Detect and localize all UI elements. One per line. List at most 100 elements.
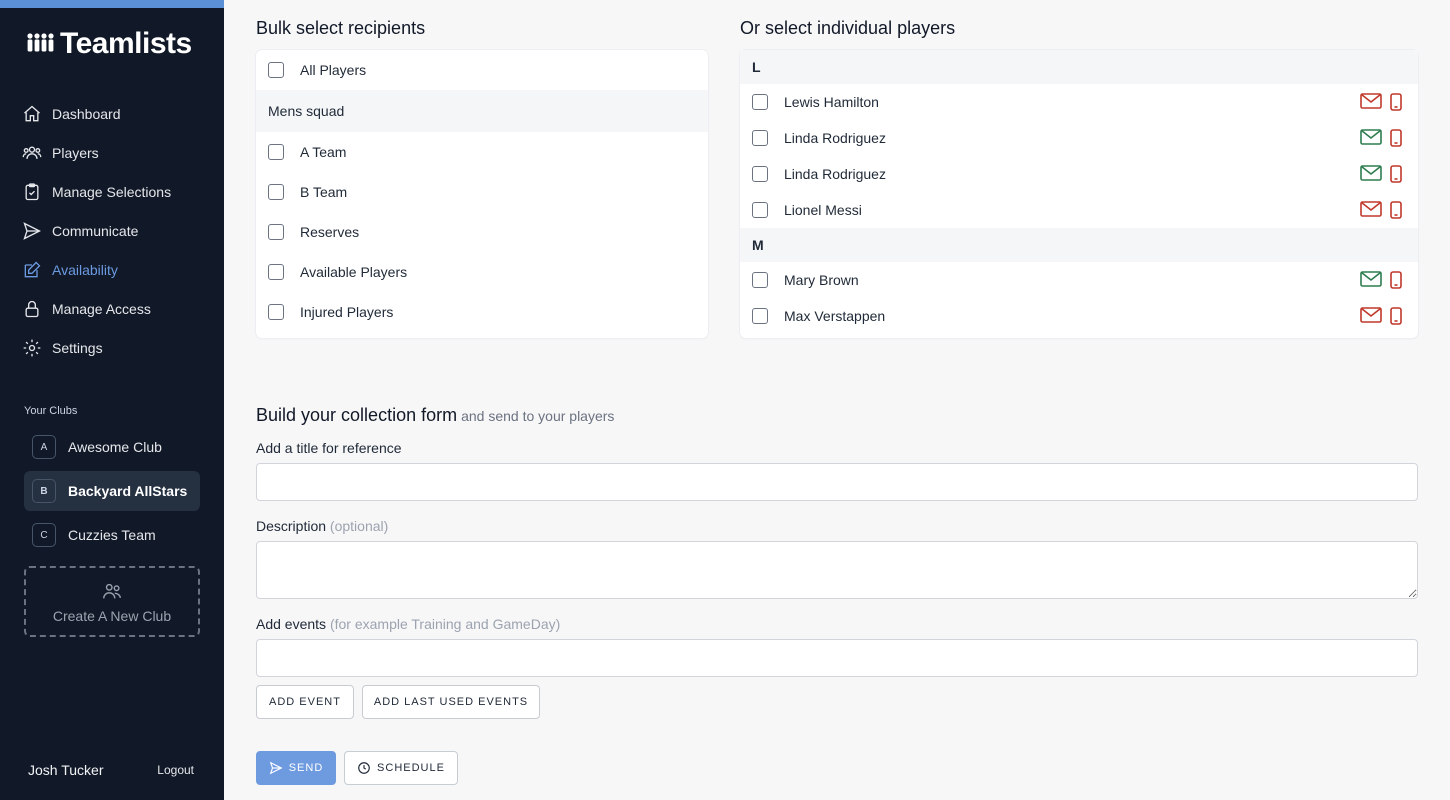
phone-icon [1390,307,1402,328]
checkbox[interactable] [752,94,768,110]
player-row[interactable]: Linda Rodriguez [740,156,1418,192]
checkbox[interactable] [752,130,768,146]
send-icon [269,761,283,775]
bulk-select-title: Bulk select recipients [256,18,426,38]
nav-item-communicate[interactable]: Communicate [0,211,224,250]
nav-label: Communicate [52,222,139,239]
bulk-option[interactable]: Injured Players [256,292,708,332]
logout-link[interactable]: Logout [157,763,194,777]
send-label: SEND [288,762,324,774]
user-footer: Josh Tucker Logout [28,762,194,778]
app-logo[interactable]: Teamlists [0,8,224,64]
events-input[interactable] [256,639,1418,677]
checkbox[interactable] [752,202,768,218]
player-name: Max Verstappen [784,308,886,324]
nav-item-manage-access[interactable]: Manage Access [0,289,224,328]
player-name: Lewis Hamilton [784,94,879,110]
events-field-label: Add events (for example Training and Gam… [256,616,560,632]
contact-icons [1360,93,1402,114]
schedule-button[interactable]: SCHEDULE [344,751,458,785]
title-input[interactable] [256,463,1418,501]
lock-icon [25,300,39,317]
contact-icons [1360,129,1402,150]
club-name: Awesome Club [68,439,162,455]
player-row[interactable]: Mary Brown [740,262,1418,298]
nav-item-players[interactable]: Players [0,133,224,172]
bulk-option[interactable]: Available Players [256,252,708,292]
player-row[interactable]: Max Verstappen [740,298,1418,334]
checkbox[interactable] [752,166,768,182]
events-label-text: Add events [256,616,327,632]
bulk-option-label: Available Players [300,264,408,280]
contact-icons [1360,201,1402,222]
create-club-button[interactable]: Create A New Club [24,566,200,637]
nav-item-manage-selections[interactable]: Manage Selections [0,172,224,211]
form-heading-subtitle: and send to your players [461,408,615,424]
nav-label: Dashboard [52,105,121,122]
user-name: Josh Tucker [28,762,104,778]
nav-label: Manage Access [52,300,151,317]
nav-label: Availability [52,261,118,278]
club-item-backyard-allstars[interactable]: B Backyard AllStars [24,471,200,511]
club-badge: B [32,479,56,503]
checkbox[interactable] [268,62,284,78]
description-hint: (optional) [329,518,389,534]
bulk-option[interactable]: A Team [256,132,708,172]
phone-icon [1390,201,1402,222]
description-textarea[interactable] [256,541,1418,599]
checkbox[interactable] [752,272,768,288]
add-last-used-events-button[interactable]: ADD LAST USED EVENTS [362,685,540,719]
player-name: Lionel Messi [784,202,862,218]
nav-item-dashboard[interactable]: Dashboard [0,94,224,133]
checkbox[interactable] [268,304,284,320]
player-row[interactable]: Lewis Hamilton [740,84,1418,120]
email-icon [1360,93,1382,114]
player-row[interactable]: Lionel Messi [740,192,1418,228]
form-heading-title: Build your collection form [256,405,458,425]
main-nav: Dashboard Players Manage Selections Comm… [0,94,224,367]
sidebar: Teamlists Dashboard Players Manage Selec… [0,0,224,800]
contact-icons [1360,307,1402,328]
title-field-label: Add a title for reference [256,440,402,456]
description-label-text: Description [256,518,327,534]
bulk-option-label: Reserves [300,224,360,240]
club-item-cuzzies-team[interactable]: C Cuzzies Team [24,515,200,555]
bulk-option[interactable]: Reserves [256,212,708,252]
form-heading: Build your collection form and send to yo… [256,405,614,426]
add-event-label: ADD EVENT [269,696,341,708]
email-icon [1360,129,1382,150]
email-icon [1360,307,1382,328]
email-icon [1360,201,1382,222]
bulk-option[interactable]: B Team [256,172,708,212]
bulk-option-all[interactable]: All Players [256,50,708,90]
checkbox[interactable] [268,144,284,160]
player-row[interactable]: Linda Rodriguez [740,120,1418,156]
nav-item-settings[interactable]: Settings [0,328,224,367]
nav-label: Settings [52,339,103,356]
alphabet-group-header: M [740,228,1418,262]
description-field-label: Description (optional) [256,518,388,534]
add-event-button[interactable]: ADD EVENT [256,685,354,719]
bulk-option-label: Injured Players [300,304,394,320]
club-badge: A [32,435,56,459]
checkbox[interactable] [268,264,284,280]
checkbox[interactable] [268,184,284,200]
club-name: Cuzzies Team [68,527,156,543]
bulk-group-header: Mens squad [256,90,708,132]
sidebar-accent-bar [0,0,224,8]
nav-item-availability[interactable]: Availability [0,250,224,289]
club-name: Backyard AllStars [68,483,188,499]
player-name: Mary Brown [784,272,859,288]
schedule-label: SCHEDULE [377,762,445,774]
club-item-awesome-club[interactable]: A Awesome Club [24,427,200,467]
club-badge: C [32,523,56,547]
email-icon [1360,271,1382,292]
group-label: Mens squad [268,103,345,119]
nav-label: Manage Selections [52,183,172,200]
checkbox[interactable] [752,308,768,324]
send-button[interactable]: SEND [256,751,336,785]
home-icon [24,105,40,121]
checkbox[interactable] [268,224,284,240]
create-club-label: Create A New Club [52,607,172,624]
individual-select-card: L Lewis Hamilton Linda Rodriguez Linda Rodr… [740,50,1418,338]
